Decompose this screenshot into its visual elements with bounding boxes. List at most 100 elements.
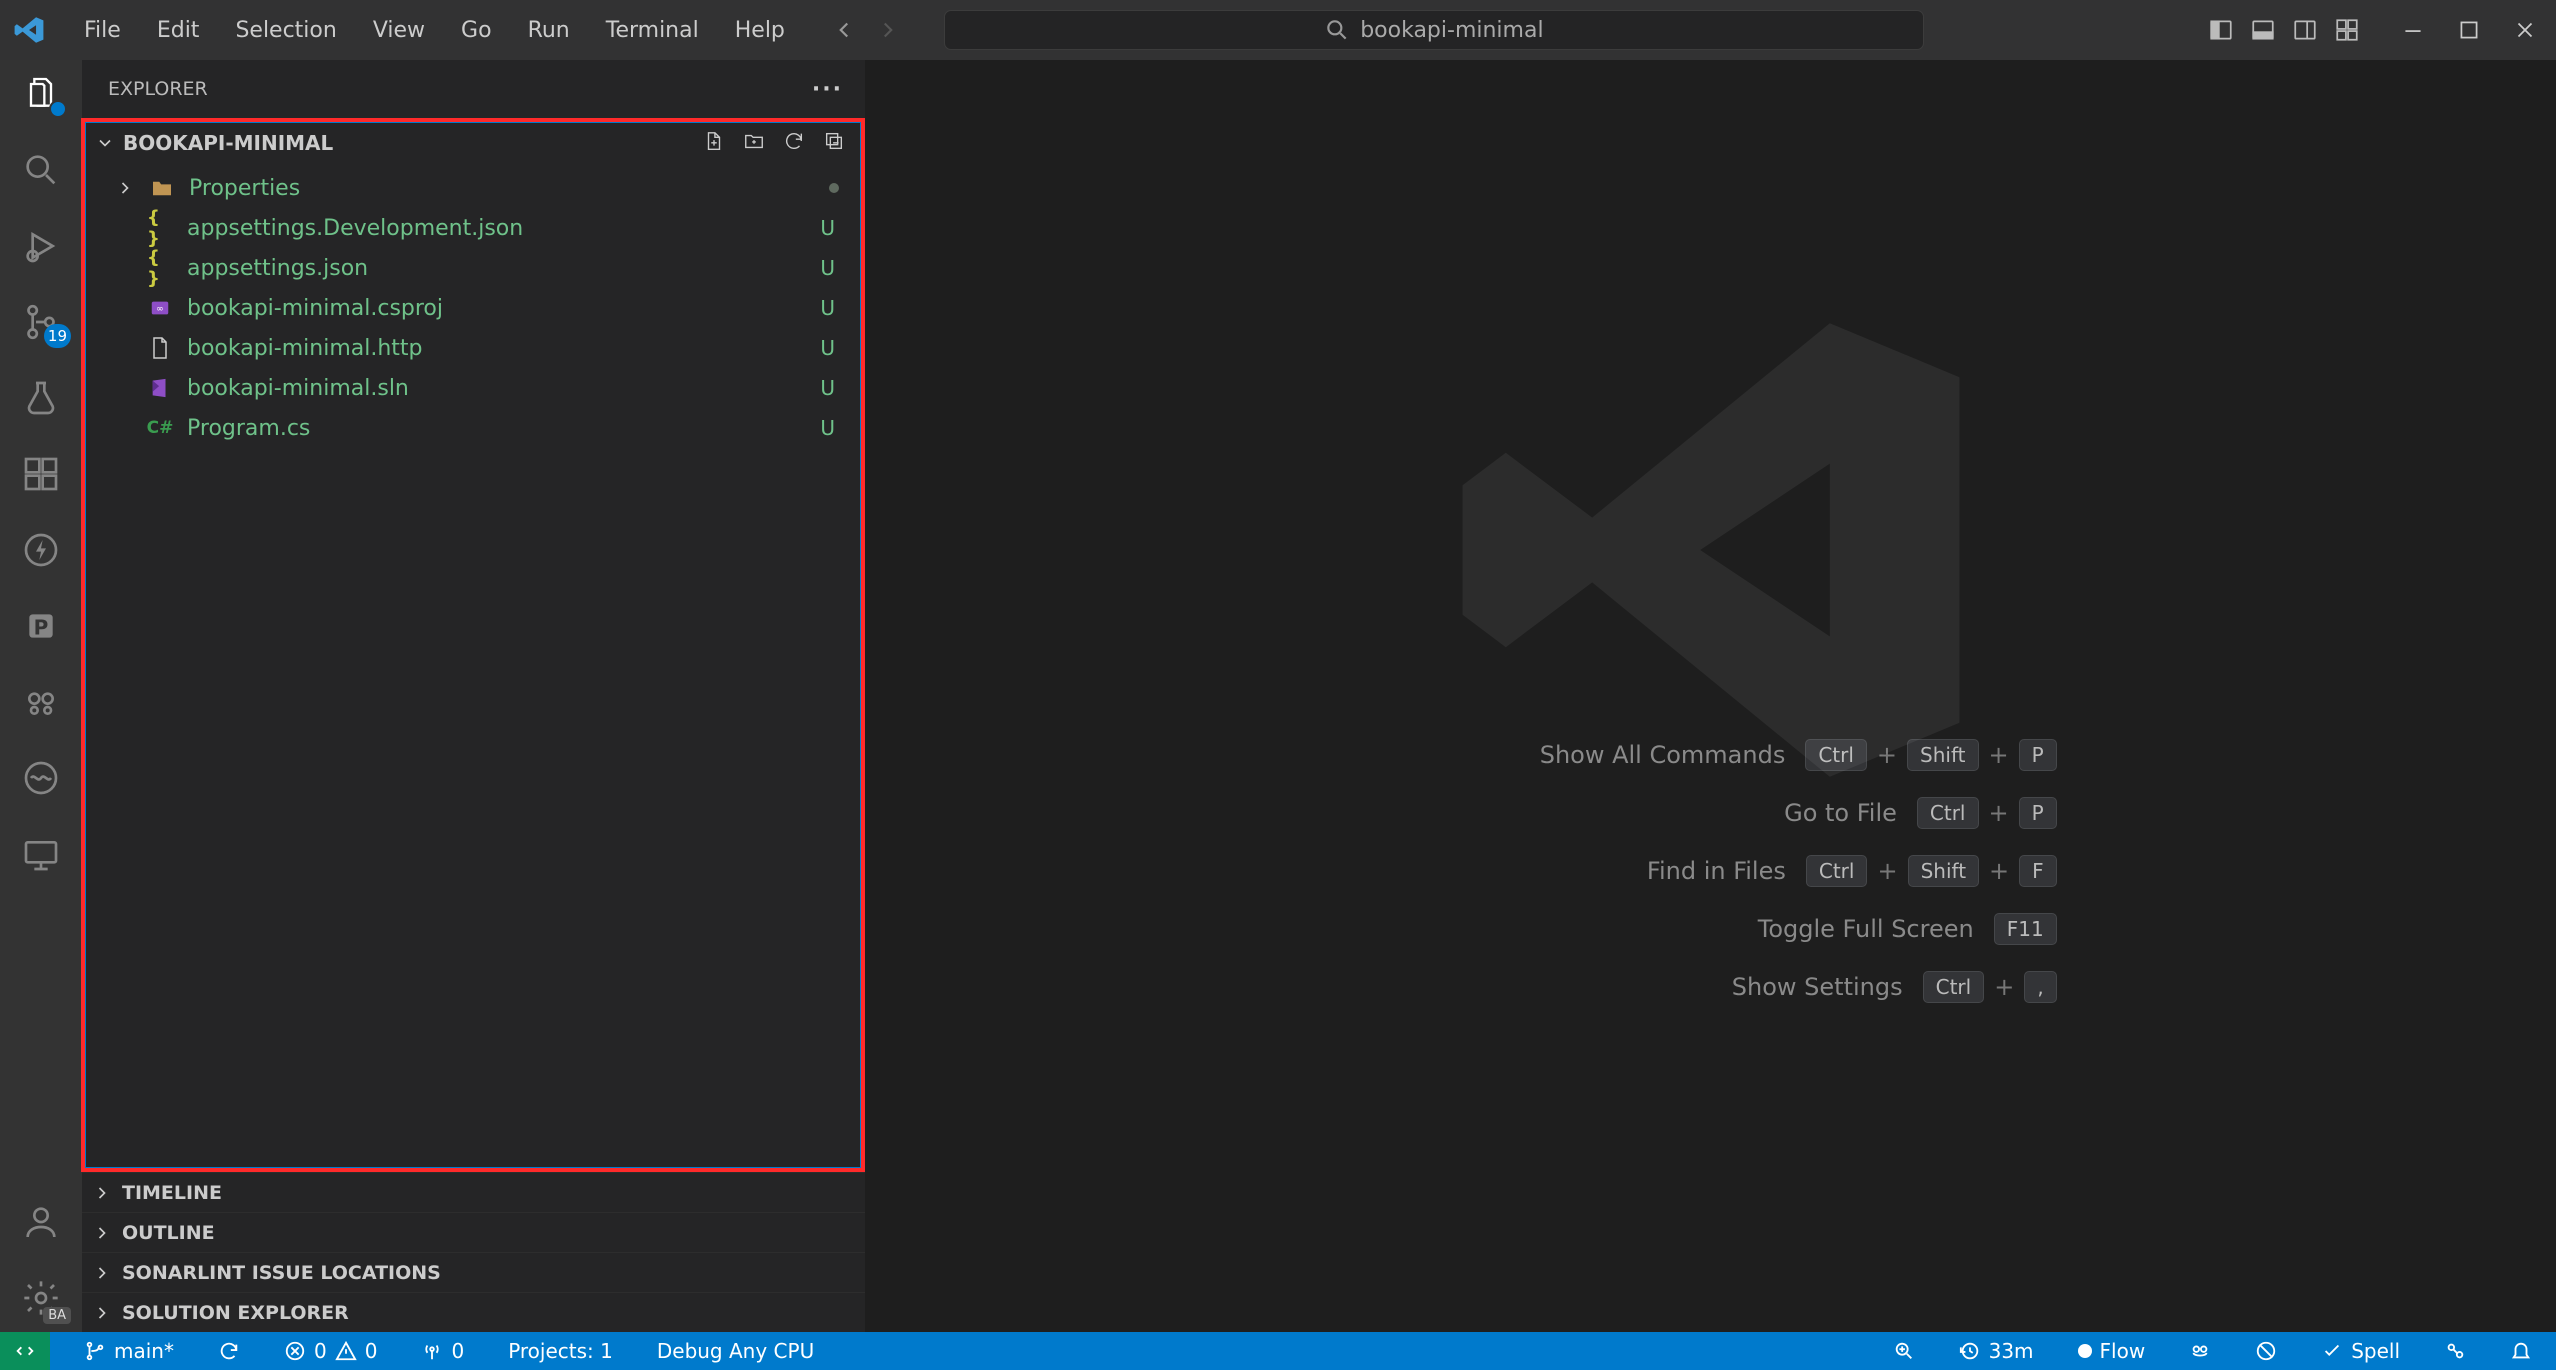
activity-explorer-icon[interactable] [21, 74, 61, 114]
error-icon [284, 1340, 306, 1362]
file-tree: Properties { } appsettings.Development.j… [85, 164, 861, 452]
tree-file-program-cs[interactable]: C# Program.cs U [91, 408, 855, 448]
chevron-right-icon [115, 178, 135, 198]
copilot-status-icon[interactable] [2179, 1340, 2221, 1362]
nav-back-icon[interactable] [831, 17, 857, 43]
menu-edit[interactable]: Edit [139, 10, 218, 51]
flow-label: Flow [2100, 1339, 2146, 1363]
activity-bar: 19 P [0, 60, 82, 1332]
notifications-icon[interactable] [2500, 1340, 2542, 1362]
activity-remote-icon[interactable] [21, 834, 61, 874]
explorer-more-icon[interactable]: ··· [812, 77, 843, 102]
activity-extensions-icon[interactable] [21, 454, 61, 494]
svg-text:∞: ∞ [156, 304, 164, 315]
tree-file-sln[interactable]: bookapi-minimal.sln U [91, 368, 855, 408]
tree-item-label: appsettings.json [187, 256, 806, 281]
scm-badge: 19 [44, 324, 71, 348]
menu-view[interactable]: View [355, 10, 443, 51]
folder-icon [149, 175, 175, 201]
workbench: 19 P [0, 60, 2556, 1332]
tree-folder-properties[interactable]: Properties [91, 168, 855, 208]
panel-timeline[interactable]: TIMELINE [82, 1172, 865, 1212]
shortcut-label: Find in Files [1366, 857, 1786, 885]
activity-accounts-icon[interactable] [21, 1202, 61, 1242]
new-folder-icon[interactable] [743, 130, 765, 157]
sln-icon [147, 375, 173, 401]
refresh-icon[interactable] [783, 130, 805, 157]
git-status: U [820, 256, 839, 280]
toggle-secondary-sidebar-icon[interactable] [2292, 17, 2318, 43]
flow[interactable]: Flow [2068, 1339, 2156, 1363]
file-icon [147, 335, 173, 361]
explorer-badge-icon [49, 100, 67, 118]
git-branch[interactable]: main* [74, 1332, 184, 1370]
flow-dot-icon [2078, 1344, 2092, 1358]
nav-forward-icon[interactable] [875, 17, 901, 43]
activity-sonarlint-icon[interactable] [21, 758, 61, 798]
window-close-icon[interactable] [2512, 17, 2538, 43]
warning-count: 0 [365, 1339, 378, 1363]
tree-file-appsettings[interactable]: { } appsettings.json U [91, 248, 855, 288]
menu-selection[interactable]: Selection [217, 10, 354, 51]
spell-label: Spell [2351, 1339, 2400, 1363]
menu-help[interactable]: Help [717, 10, 803, 51]
zoom-icon[interactable] [1883, 1340, 1925, 1362]
live-share-icon[interactable] [2434, 1340, 2476, 1362]
window-minimize-icon[interactable] [2400, 17, 2426, 43]
chevron-right-icon [92, 1183, 112, 1203]
panel-label: SOLUTION EXPLORER [122, 1302, 349, 1324]
remote-indicator[interactable] [0, 1332, 50, 1370]
new-file-icon[interactable] [703, 130, 725, 157]
toggle-primary-sidebar-icon[interactable] [2208, 17, 2234, 43]
problems[interactable]: 0 0 [274, 1332, 387, 1370]
activity-copilot-icon[interactable] [21, 682, 61, 722]
menu-file[interactable]: File [66, 10, 139, 51]
tree-file-http[interactable]: bookapi-minimal.http U [91, 328, 855, 368]
window-maximize-icon[interactable] [2456, 17, 2482, 43]
menu-run[interactable]: Run [510, 10, 588, 51]
activity-search-icon[interactable] [21, 150, 61, 190]
key: Ctrl [1806, 855, 1868, 887]
tree-file-appsettings-dev[interactable]: { } appsettings.Development.json U [91, 208, 855, 248]
customize-layout-icon[interactable] [2334, 17, 2360, 43]
menu-go[interactable]: Go [443, 10, 510, 51]
panel-solution-explorer[interactable]: SOLUTION EXPLORER [82, 1292, 865, 1332]
activity-settings-icon[interactable]: BA [21, 1278, 61, 1318]
disabled-ext-icon[interactable] [2245, 1340, 2287, 1362]
activity-testing-icon[interactable] [21, 378, 61, 418]
tree-item-label: bookapi-minimal.sln [187, 376, 806, 401]
shortcut-label: Show Settings [1483, 973, 1903, 1001]
ports[interactable]: 0 [411, 1332, 474, 1370]
toggle-panel-icon[interactable] [2250, 17, 2276, 43]
sidebar-bottom-panels: TIMELINE OUTLINE SONARLINT ISSUE LOCATIO… [82, 1172, 865, 1332]
settings-badge: BA [43, 1307, 71, 1324]
shortcut-row: Find in Files Ctrl+Shift+F [1365, 855, 2056, 887]
activity-source-control-icon[interactable]: 19 [21, 302, 61, 342]
titlebar-right [2208, 17, 2556, 43]
collapse-all-icon[interactable] [823, 130, 845, 157]
debug-target[interactable]: Debug Any CPU [647, 1332, 824, 1370]
key: F11 [1994, 913, 2057, 945]
tree-file-csproj[interactable]: ∞ bookapi-minimal.csproj U [91, 288, 855, 328]
panel-sonarlint[interactable]: SONARLINT ISSUE LOCATIONS [82, 1252, 865, 1292]
command-center-search[interactable]: bookapi-minimal [944, 10, 1924, 50]
activity-run-debug-icon[interactable] [21, 226, 61, 266]
tree-item-label: Properties [189, 176, 815, 201]
activity-postman-icon[interactable]: P [21, 606, 61, 646]
spell[interactable]: Spell [2311, 1339, 2410, 1363]
chevron-right-icon [92, 1303, 112, 1323]
activity-thunder-icon[interactable] [21, 530, 61, 570]
editor-area: Show All Commands Ctrl+Shift+P Go to Fil… [866, 60, 2556, 1332]
panel-outline[interactable]: OUTLINE [82, 1212, 865, 1252]
sync-icon[interactable] [208, 1332, 250, 1370]
menu-terminal[interactable]: Terminal [588, 10, 717, 51]
vscode-watermark-icon [1441, 280, 1981, 826]
tree-item-label: Program.cs [187, 416, 806, 441]
panel-label: TIMELINE [122, 1182, 222, 1204]
csharp-icon: C# [147, 415, 173, 441]
csproj-icon: ∞ [147, 295, 173, 321]
folder-header[interactable]: BOOKAPI-MINIMAL [85, 122, 861, 164]
chevron-down-icon [95, 133, 115, 153]
wakatime[interactable]: 33m [1949, 1339, 2044, 1363]
projects[interactable]: Projects: 1 [498, 1332, 623, 1370]
